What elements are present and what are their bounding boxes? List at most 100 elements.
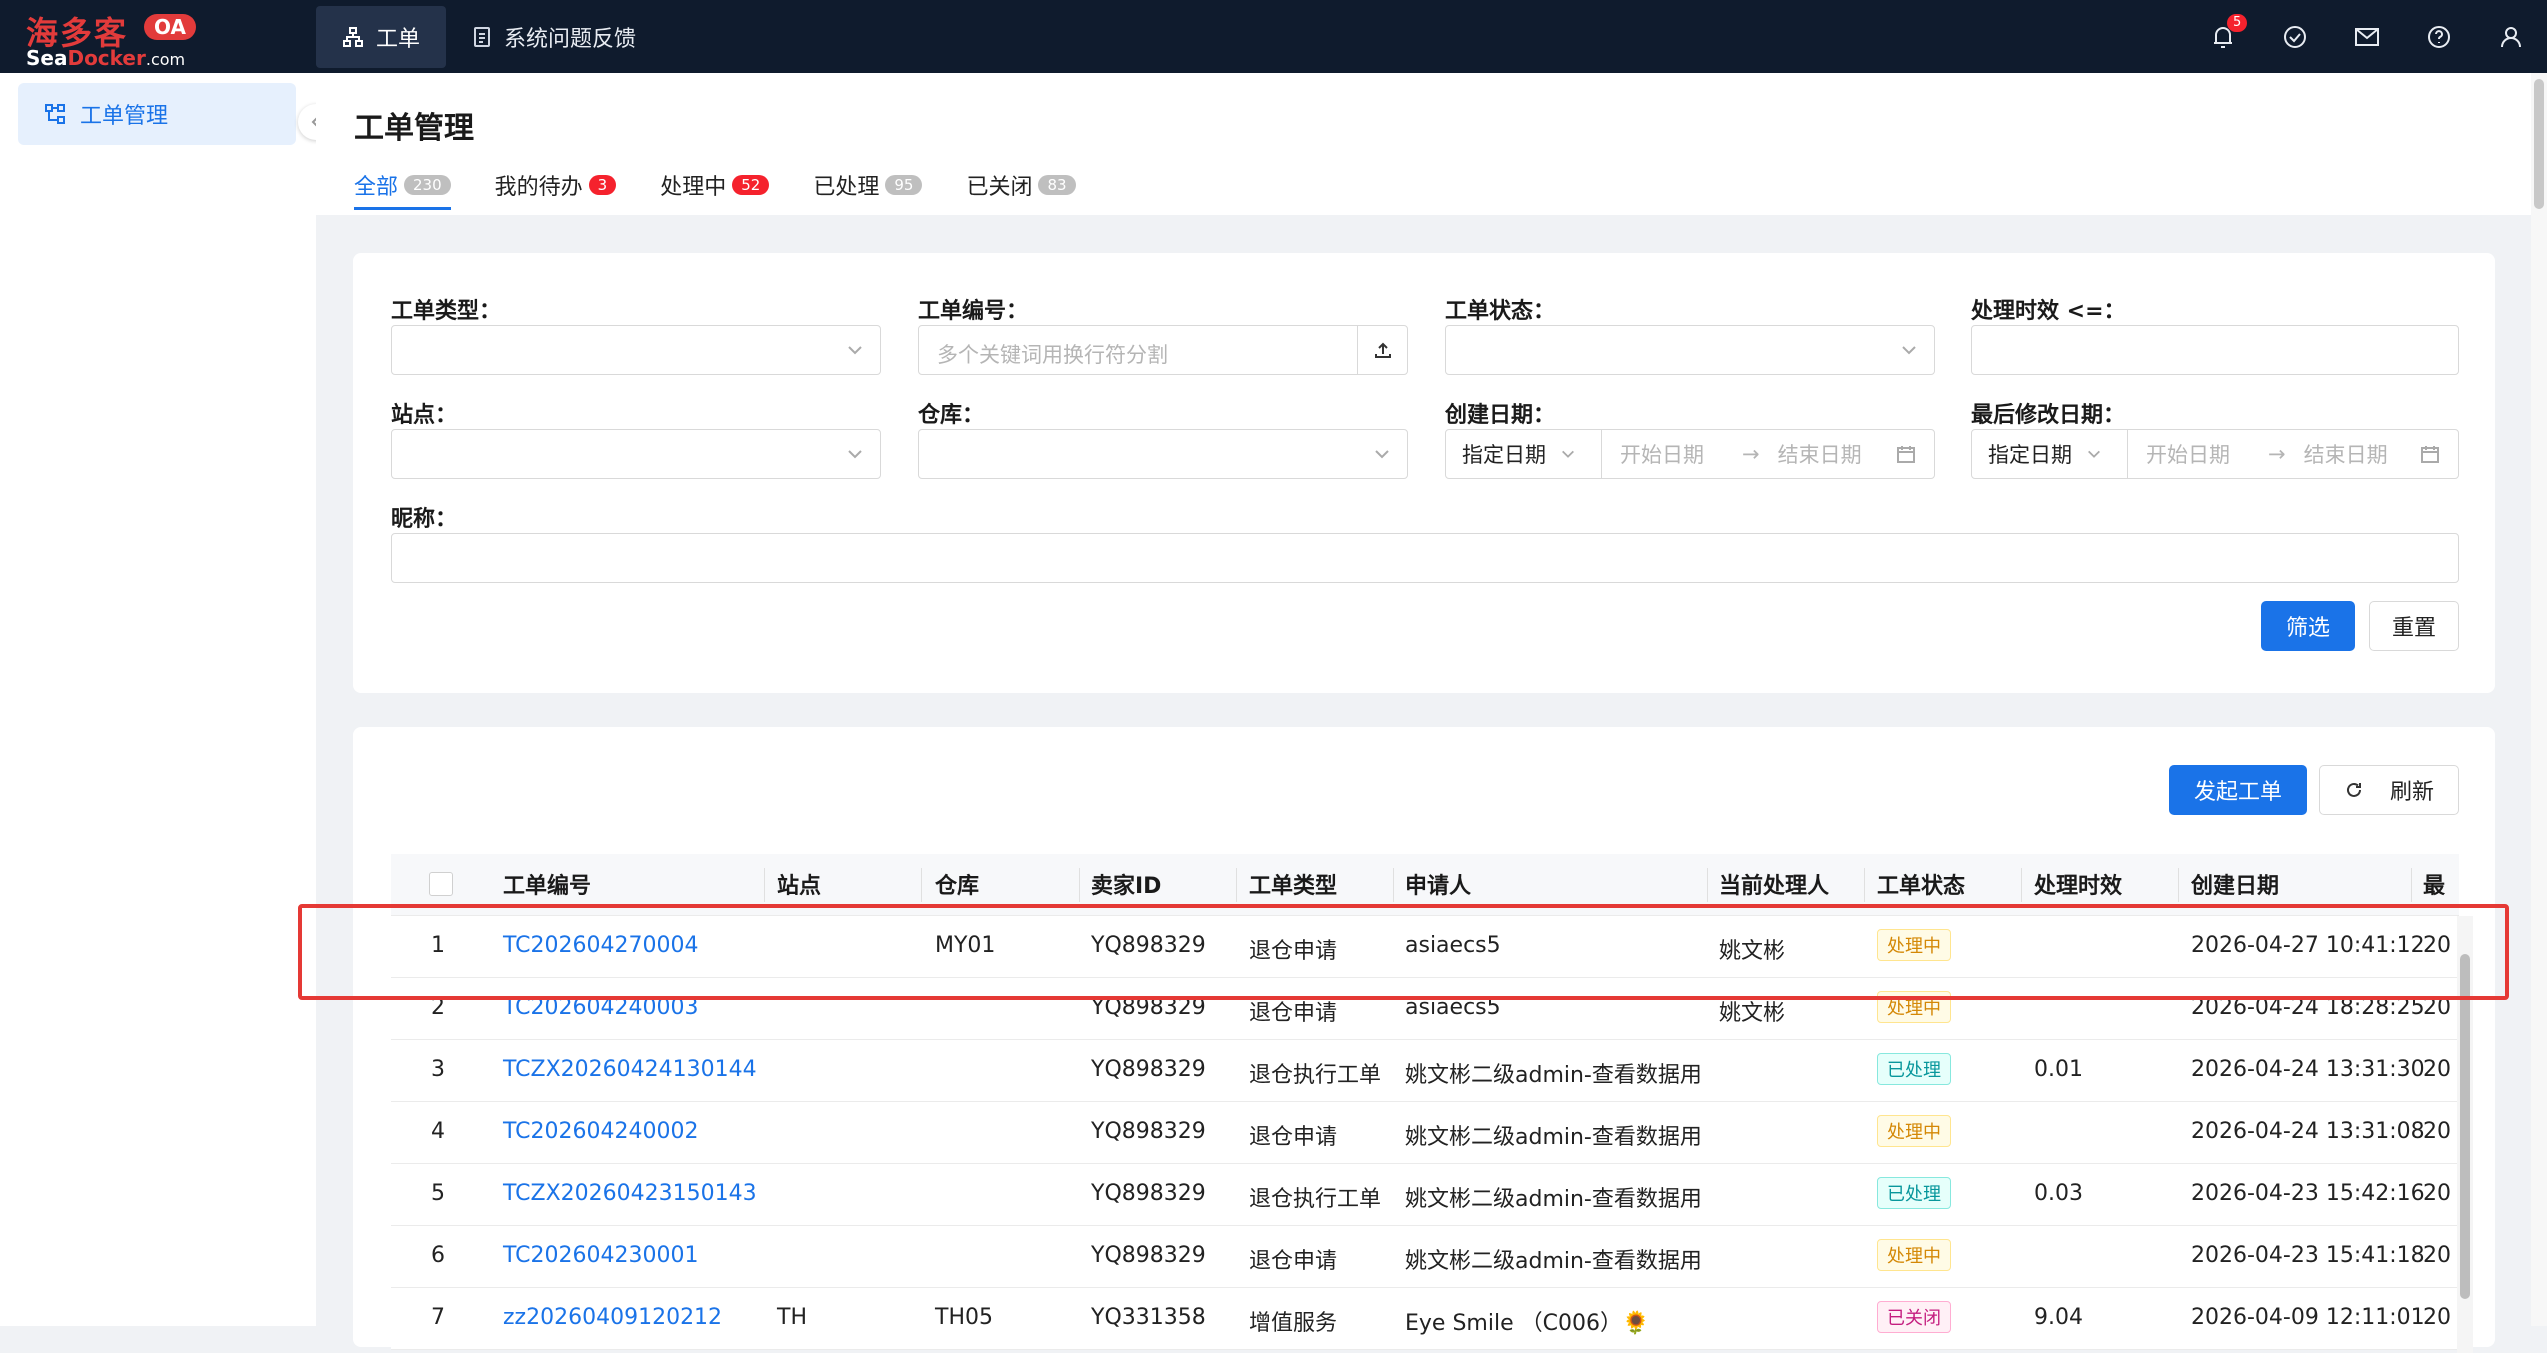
help-button[interactable] (2403, 0, 2475, 73)
arrow-right-icon: → (2268, 442, 2286, 466)
row-index: 7 (431, 1305, 445, 1330)
col-divider (1079, 868, 1080, 902)
cell-seller-id: YQ331358 (1091, 1305, 1206, 1330)
status-tabs: 全部 230 我的待办 3 处理中 52 已处理 95 已关闭 83 (354, 165, 1120, 210)
workorder-link[interactable]: TC202604270004 (503, 933, 698, 958)
type-select[interactable] (391, 325, 881, 375)
chevron-down-icon (1902, 346, 1916, 355)
table-scrollbar-thumb[interactable] (2460, 954, 2470, 1299)
cell-last-modified: 20 (2423, 933, 2451, 958)
cell-created: 2026-04-09 12:11:01 (2191, 1305, 2425, 1330)
modified-date-mode-select[interactable]: 指定日期 (1972, 430, 2128, 478)
topnav-feedback[interactable]: 系统问题反馈 (446, 6, 662, 68)
upload-button[interactable] (1357, 326, 1407, 374)
select-all-checkbox[interactable] (429, 872, 453, 896)
upload-icon (1374, 342, 1391, 358)
cell-handler: 姚文彬 (1719, 939, 1786, 964)
topnav-workorder-label: 工单 (376, 27, 421, 52)
workorder-link[interactable]: TC202604240002 (503, 1119, 698, 1144)
col-duration: 处理时效 (2034, 874, 2123, 899)
status-badge: 已关闭 (1877, 1301, 1951, 1333)
refresh-icon (2347, 782, 2361, 797)
chevron-down-icon (1562, 450, 1574, 458)
topnav-workorder[interactable]: 工单 (316, 6, 447, 68)
tab-processing[interactable]: 处理中 52 (660, 165, 770, 205)
col-divider (2021, 868, 2022, 902)
col-divider (1236, 868, 1237, 902)
col-handler: 当前处理人 (1719, 874, 1830, 899)
row-index: 5 (431, 1181, 445, 1206)
calendar-icon (2421, 446, 2439, 463)
col-divider (2411, 868, 2412, 902)
cell-applicant: 姚文彬二级admin-查看数据用 (1405, 1063, 1702, 1088)
nickname-input[interactable] (391, 533, 2459, 583)
table-scrollbar[interactable] (2457, 916, 2473, 1353)
number-input[interactable]: 多个关键词用换行符分割 (918, 325, 1408, 375)
col-last-modified: 最 (2423, 874, 2446, 899)
create-workorder-button[interactable]: 发起工单 (2169, 765, 2307, 815)
created-date-picker[interactable]: 指定日期 开始日期 → 结束日期 (1445, 429, 1935, 479)
mail-button[interactable] (2331, 0, 2403, 73)
duration-input[interactable] (1971, 325, 2459, 375)
table-row[interactable]: 7 zz20260409120212 TH TH05 YQ331358 增值服务… (391, 1288, 2459, 1350)
table-row[interactable]: 5 TCZX20260423150143 YQ898329 退仓执行工单 姚文彬… (391, 1164, 2459, 1226)
chevron-down-icon (2088, 450, 2100, 458)
col-created: 创建日期 (2191, 874, 2280, 899)
notification-button[interactable]: 5 (2187, 0, 2259, 73)
cell-type: 退仓申请 (1249, 939, 1338, 964)
tasks-button[interactable] (2259, 0, 2331, 73)
cell-applicant: 姚文彬二级admin-查看数据用 (1405, 1249, 1702, 1274)
user-button[interactable] (2475, 0, 2547, 73)
cell-created: 2026-04-24 18:28:25 (2191, 995, 2425, 1020)
page-header: 工单管理 全部 230 我的待办 3 处理中 52 已处理 95 已关闭 83 (316, 73, 2547, 215)
workorder-link[interactable]: TCZX20260424130144 (503, 1057, 757, 1082)
modified-date-picker[interactable]: 指定日期 开始日期 → 结束日期 (1971, 429, 2459, 479)
cell-seller-id: YQ898329 (1091, 1243, 1206, 1268)
logo-en-suffix: .com (145, 50, 186, 69)
workorder-link[interactable]: zz20260409120212 (503, 1305, 722, 1330)
status-badge: 处理中 (1877, 929, 1951, 961)
tab-closed[interactable]: 已关闭 83 (966, 165, 1076, 205)
col-status: 工单状态 (1877, 874, 1966, 899)
created-date-mode-select[interactable]: 指定日期 (1446, 430, 1602, 478)
table-row[interactable]: 6 TC202604230001 YQ898329 退仓申请 姚文彬二级admi… (391, 1226, 2459, 1288)
warehouse-select[interactable] (918, 429, 1408, 479)
reset-button[interactable]: 重置 (2369, 601, 2459, 651)
tab-my-todo[interactable]: 我的待办 3 (495, 165, 617, 205)
tab-processed[interactable]: 已处理 95 (813, 165, 923, 205)
status-select[interactable] (1445, 325, 1935, 375)
modified-date-range[interactable]: 开始日期 → 结束日期 (2128, 430, 2458, 478)
created-date-range[interactable]: 开始日期 → 结束日期 (1602, 430, 1934, 478)
logo-en: SeaDocker.com (26, 46, 185, 70)
cell-type: 退仓申请 (1249, 1125, 1338, 1150)
filter-button[interactable]: 筛选 (2261, 601, 2355, 651)
topnav-feedback-label: 系统问题反馈 (504, 27, 637, 52)
table-row[interactable]: 2 TC202604240003 YQ898329 退仓申请 asiaecs5 … (391, 978, 2459, 1040)
number-label: 工单编号： (918, 299, 1029, 324)
logo-oa-badge: OA (144, 14, 196, 40)
col-type: 工单类型 (1249, 874, 1338, 899)
refresh-label: 刷新 (2389, 780, 2434, 805)
workorder-link[interactable]: TC202604240003 (503, 995, 698, 1020)
cell-created: 2026-04-23 15:42:16 (2191, 1181, 2425, 1206)
table-row[interactable]: 3 TCZX20260424130144 YQ898329 退仓执行工单 姚文彬… (391, 1040, 2459, 1102)
page-scrollbar[interactable] (2531, 73, 2547, 1326)
cell-seller-id: YQ898329 (1091, 995, 1206, 1020)
table-row[interactable]: 4 TC202604240002 YQ898329 退仓申请 姚文彬二级admi… (391, 1102, 2459, 1164)
cell-seller-id: YQ898329 (1091, 1057, 1206, 1082)
workorder-link[interactable]: TC202604230001 (503, 1243, 698, 1268)
tab-count: 95 (885, 175, 923, 195)
page-title: 工单管理 (354, 111, 474, 146)
workorder-link[interactable]: TCZX20260423150143 (503, 1181, 757, 1206)
col-divider (1707, 868, 1708, 902)
logo[interactable]: 海多客 OA SeaDocker.com (26, 8, 196, 70)
mail-icon (2355, 27, 2379, 46)
help-icon (2428, 25, 2450, 48)
table-row[interactable]: 1 TC202604270004 MY01 YQ898329 退仓申请 asia… (391, 916, 2459, 978)
sidebar-item-workorder-management[interactable]: 工单管理 (18, 83, 296, 145)
refresh-button[interactable]: 刷新 (2319, 765, 2459, 815)
site-select[interactable] (391, 429, 881, 479)
page-scrollbar-thumb[interactable] (2534, 79, 2544, 209)
document-icon (474, 27, 491, 47)
tab-all[interactable]: 全部 230 (354, 165, 451, 210)
